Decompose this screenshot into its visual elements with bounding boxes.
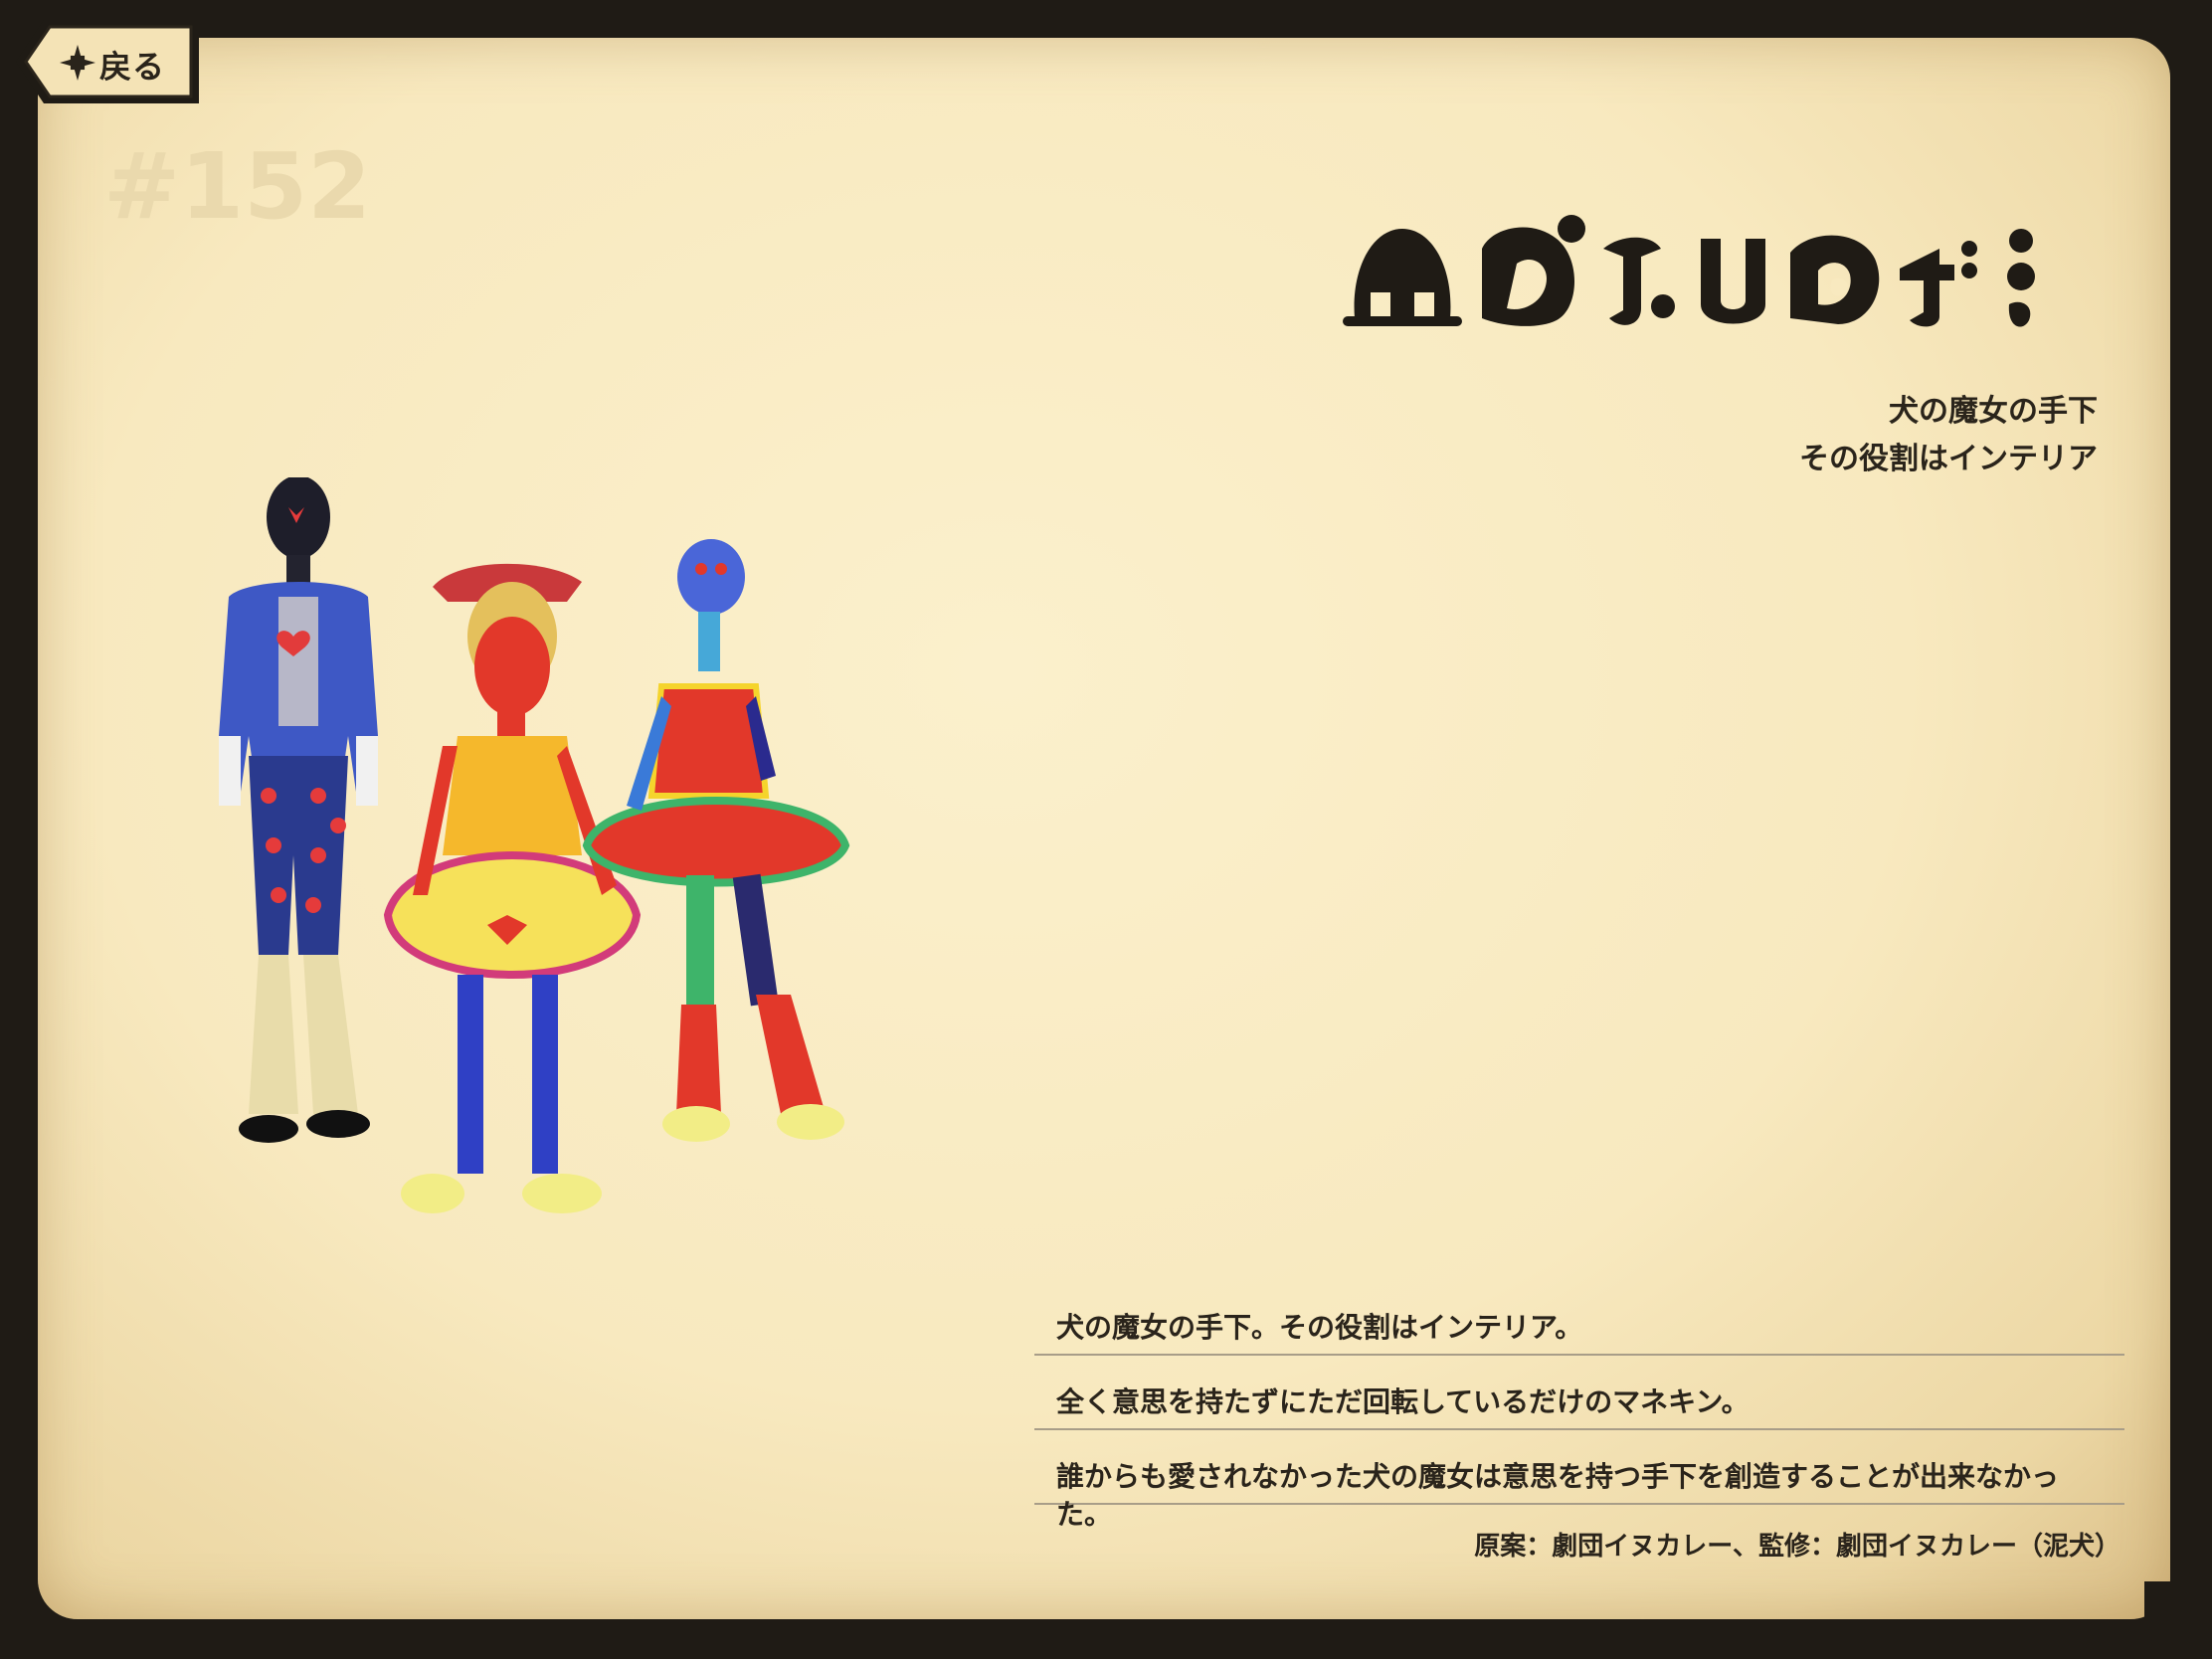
credit-text: 原案：劇団イヌカレー、監修：劇団イヌカレー（泥犬）	[1474, 1532, 2120, 1562]
description-line-3: 誰からも愛されなかった犬の魔女は意思を持つ手下を創造することが出来なかった。	[1034, 1450, 2124, 1531]
description-line-2: 全く意思を持たずにただ回転しているだけのマネキン。	[1034, 1376, 2124, 1430]
mannequin-middle	[383, 563, 642, 1213]
back-button[interactable]: 戻る	[14, 18, 205, 107]
mannequin-right	[582, 539, 850, 1142]
entry-number: #152	[103, 133, 372, 240]
description-line-1: 犬の魔女の手下。その役割はインテリア。	[1034, 1301, 2124, 1356]
mannequin-figures-illustration	[219, 477, 850, 1213]
mannequin-left	[219, 477, 378, 1143]
page-corner-notch	[2144, 1581, 2172, 1621]
subtitle-line-1: 犬の魔女の手下	[1889, 394, 2098, 429]
back-label: 戻る	[99, 48, 166, 86]
subtitle: 犬の魔女の手下 その役割はインテリア	[1799, 388, 2098, 483]
title-logo	[1343, 215, 2035, 327]
subtitle-line-2: その役割はインテリア	[1799, 442, 2098, 476]
description-panel: 犬の魔女の手下。その役割はインテリア。 全く意思を持たずにただ回転しているだけの…	[1034, 1301, 2124, 1531]
